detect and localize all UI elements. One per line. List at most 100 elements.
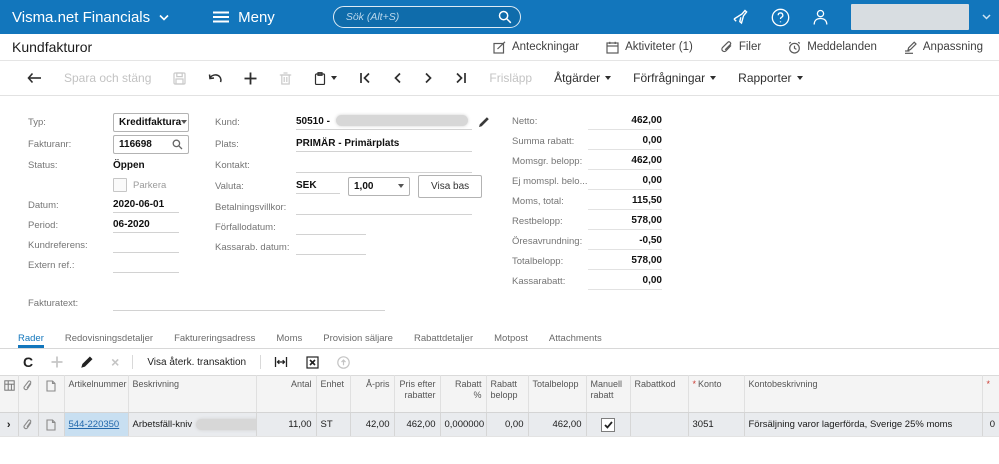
price-after-discount-cell[interactable]: 462,00 [394,412,441,437]
col-manuell-rabatt[interactable]: Manuell rabatt [586,375,631,413]
fit-columns-button[interactable] [265,356,297,368]
period-field[interactable]: 06-2020 [113,217,179,233]
main-menu-button[interactable]: Meny [213,9,275,26]
go-last-button[interactable] [444,72,478,84]
uom-cell[interactable]: ST [316,412,351,437]
currency-rate-select[interactable]: 1,00 [348,176,410,196]
refnbr-input[interactable]: 116698 [113,134,189,154]
copy-paste-button[interactable] [303,71,348,85]
current-user-name-redacted[interactable] [851,4,969,30]
description-cell[interactable]: Arbetsfäll-kniv [128,412,257,437]
add-record-button[interactable] [233,72,268,85]
col-kontobeskrivning[interactable]: Kontobeskrivning [744,375,983,413]
save-close-button[interactable]: Spara och stäng [53,71,162,85]
truncated-last-cell[interactable]: 0 [982,412,999,437]
go-first-button[interactable] [348,72,382,84]
user-menu-chevron-icon[interactable] [982,14,991,20]
col-a-pris[interactable]: Å-pris [350,375,395,413]
customization-link[interactable]: Anpassning [904,40,983,54]
col-rabatt-belopp[interactable]: Rabatt belopp [486,375,529,413]
col-truncated[interactable]: * [982,375,999,413]
manual-discount-checkbox[interactable] [601,417,615,432]
inquiries-menu-button[interactable]: Förfrågningar [622,71,727,85]
location-field[interactable]: PRIMÄR - Primärplats [296,136,472,152]
currency-code-field[interactable]: SEK [296,178,340,194]
col-pris-efter-rabatter[interactable]: Pris efter rabatter [394,375,441,413]
item-number-cell[interactable]: 544-220350 [64,412,129,437]
tab-rader[interactable]: Rader [18,333,44,348]
tab-provision-saljare[interactable]: Provision säljare [323,333,393,348]
due-date-field[interactable] [296,219,366,235]
item-number-link[interactable]: 544-220350 [69,419,120,430]
row-note-cell[interactable] [38,412,65,437]
search-icon[interactable] [498,10,512,24]
col-artikelnummer[interactable]: Artikelnummer [64,375,129,413]
unit-price-cell[interactable]: 42,00 [350,412,395,437]
date-field[interactable]: 2020-06-01 [113,197,179,213]
invoice-line-row[interactable]: › 544-220350 Arbetsfäll-kniv 11,00 ST 42… [0,412,999,437]
hold-checkbox[interactable] [113,178,127,192]
delete-row-button[interactable]: × [102,355,128,369]
notes-link[interactable]: Anteckningar [493,40,579,54]
upload-button[interactable] [328,355,359,369]
external-ref-field[interactable] [113,257,179,273]
undo-button[interactable] [197,72,233,84]
col-totalbelopp[interactable]: Totalbelopp [528,375,587,413]
refresh-grid-button[interactable]: C [14,355,42,369]
col-konto[interactable]: * Konto [688,375,745,413]
customer-ref-field[interactable] [113,237,179,253]
line-total-cell[interactable]: 462,00 [528,412,587,437]
app-switcher[interactable]: Visma.net Financials [12,9,169,26]
files-link[interactable]: Filer [720,40,761,54]
tab-faktureringsadress[interactable]: Faktureringsadress [174,333,255,348]
help-icon[interactable] [771,8,790,27]
back-button[interactable] [16,72,53,84]
show-reversing-transaction-button[interactable]: Visa återk. transaktion [137,357,256,368]
discount-amount-cell[interactable]: 0,00 [486,412,529,437]
col-beskrivning[interactable]: Beskrivning [128,375,257,413]
col-antal[interactable]: Antal [256,375,317,413]
lookup-icon[interactable] [172,139,183,150]
tab-moms[interactable]: Moms [276,333,302,348]
go-next-button[interactable] [413,72,444,84]
release-button[interactable]: Frisläpp [478,71,543,85]
customer-field[interactable]: 50510 - [296,114,472,130]
save-button[interactable] [162,71,197,85]
row-selector-cell[interactable]: › [0,412,19,437]
account-cell[interactable]: 3051 [688,412,745,437]
row-attachment-cell[interactable] [18,412,39,437]
terms-field[interactable] [296,199,472,215]
attachment-column-header[interactable] [18,375,39,413]
type-select[interactable]: Kreditfaktura [113,112,189,132]
go-prev-button[interactable] [382,72,413,84]
discount-code-cell[interactable] [630,412,689,437]
tab-rabattdetaljer[interactable]: Rabattdetaljer [414,333,473,348]
cash-discount-date-field[interactable] [296,239,366,255]
discount-pct-cell[interactable]: 0,000000 [440,412,487,437]
notes-column-header[interactable] [38,375,65,413]
edit-customer-icon[interactable] [478,116,490,128]
col-enhet[interactable]: Enhet [316,375,351,413]
col-rabatt-pct[interactable]: Rabatt % [440,375,487,413]
tab-redovisningsdetaljer[interactable]: Redovisningsdetaljer [65,333,153,348]
notifications-link[interactable]: Meddelanden [788,41,877,54]
view-base-button[interactable]: Visa bas [418,174,483,198]
search-input[interactable] [332,6,521,28]
contact-field[interactable] [296,157,472,173]
tab-motpost[interactable]: Motpost [494,333,528,348]
tab-attachments[interactable]: Attachments [549,333,602,348]
add-row-button[interactable] [42,356,72,368]
column-settings-header[interactable] [0,375,19,413]
delete-record-button[interactable] [268,71,303,85]
actions-menu-button[interactable]: Åtgärder [543,71,622,85]
qty-cell[interactable]: 11,00 [256,412,317,437]
export-excel-button[interactable] [297,355,328,369]
announcements-icon[interactable] [730,8,750,26]
activities-link[interactable]: Aktiviteter (1) [606,41,693,54]
user-icon[interactable] [811,8,830,27]
reports-menu-button[interactable]: Rapporter [727,71,813,85]
invoice-text-field[interactable] [113,295,385,311]
col-rabattkod[interactable]: Rabattkod [630,375,689,413]
account-description-cell[interactable]: Försäljning varor lagerförda, Sverige 25… [744,412,983,437]
manual-discount-cell[interactable] [586,412,631,437]
